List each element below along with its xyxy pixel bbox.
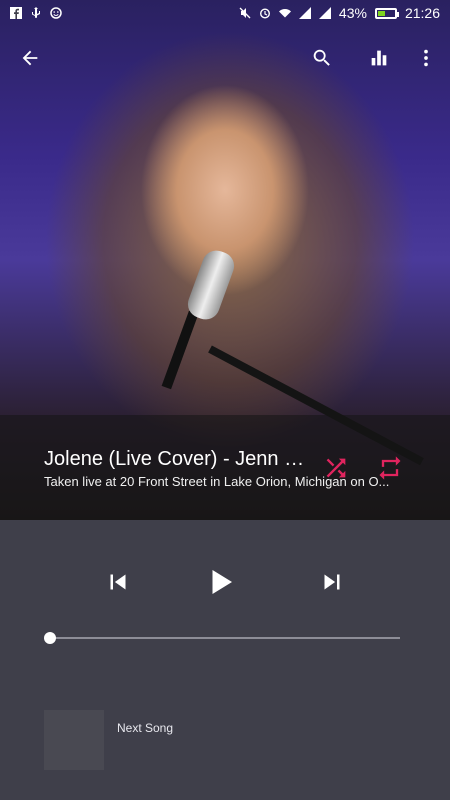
seek-thumb[interactable] bbox=[44, 632, 56, 644]
facebook-icon bbox=[10, 7, 22, 19]
skip-previous-icon bbox=[110, 574, 126, 590]
more-vertical-icon bbox=[424, 49, 428, 67]
top-toolbar bbox=[0, 36, 450, 80]
next-song-label[interactable]: Next Song bbox=[117, 721, 173, 735]
mute-icon bbox=[239, 7, 251, 19]
microphone-graphic bbox=[183, 246, 239, 324]
seek-bar[interactable] bbox=[50, 637, 400, 639]
more-options-button[interactable] bbox=[404, 36, 448, 80]
search-icon bbox=[313, 49, 330, 66]
repeat-icon bbox=[379, 456, 401, 480]
battery-percent: 43% bbox=[338, 5, 367, 21]
alarm-icon bbox=[259, 8, 270, 19]
smiley-icon bbox=[50, 7, 62, 19]
equalizer-button[interactable] bbox=[357, 36, 401, 80]
search-button[interactable] bbox=[300, 36, 344, 80]
signal-icon-2 bbox=[318, 7, 331, 19]
wifi-icon bbox=[278, 9, 291, 18]
shuffle-button[interactable] bbox=[318, 450, 354, 486]
previous-button[interactable] bbox=[96, 560, 140, 604]
repeat-button[interactable] bbox=[372, 450, 408, 486]
song-title: Jolene (Live Cover) - Jenn Mc... bbox=[44, 448, 314, 470]
next-button[interactable] bbox=[310, 560, 354, 604]
back-button[interactable] bbox=[8, 36, 52, 80]
arrow-left-icon bbox=[22, 50, 38, 66]
next-song-artwork[interactable] bbox=[44, 710, 104, 770]
status-icons-right: 43% 21:26 bbox=[239, 5, 440, 21]
play-icon bbox=[212, 570, 232, 594]
status-bar: 43% 21:26 bbox=[0, 0, 450, 26]
signal-icon-1 bbox=[298, 7, 311, 19]
mic-stand-graphic bbox=[161, 310, 199, 390]
status-icons-left bbox=[10, 7, 62, 19]
play-button[interactable] bbox=[198, 560, 242, 604]
skip-next-icon bbox=[324, 574, 340, 590]
usb-icon bbox=[32, 7, 40, 18]
status-time: 21:26 bbox=[404, 5, 440, 21]
player-controls: Next Song bbox=[0, 520, 450, 800]
battery-icon bbox=[374, 7, 399, 19]
equalizer-icon bbox=[371, 50, 387, 66]
battery-fill bbox=[377, 10, 385, 16]
shuffle-icon bbox=[326, 458, 346, 478]
